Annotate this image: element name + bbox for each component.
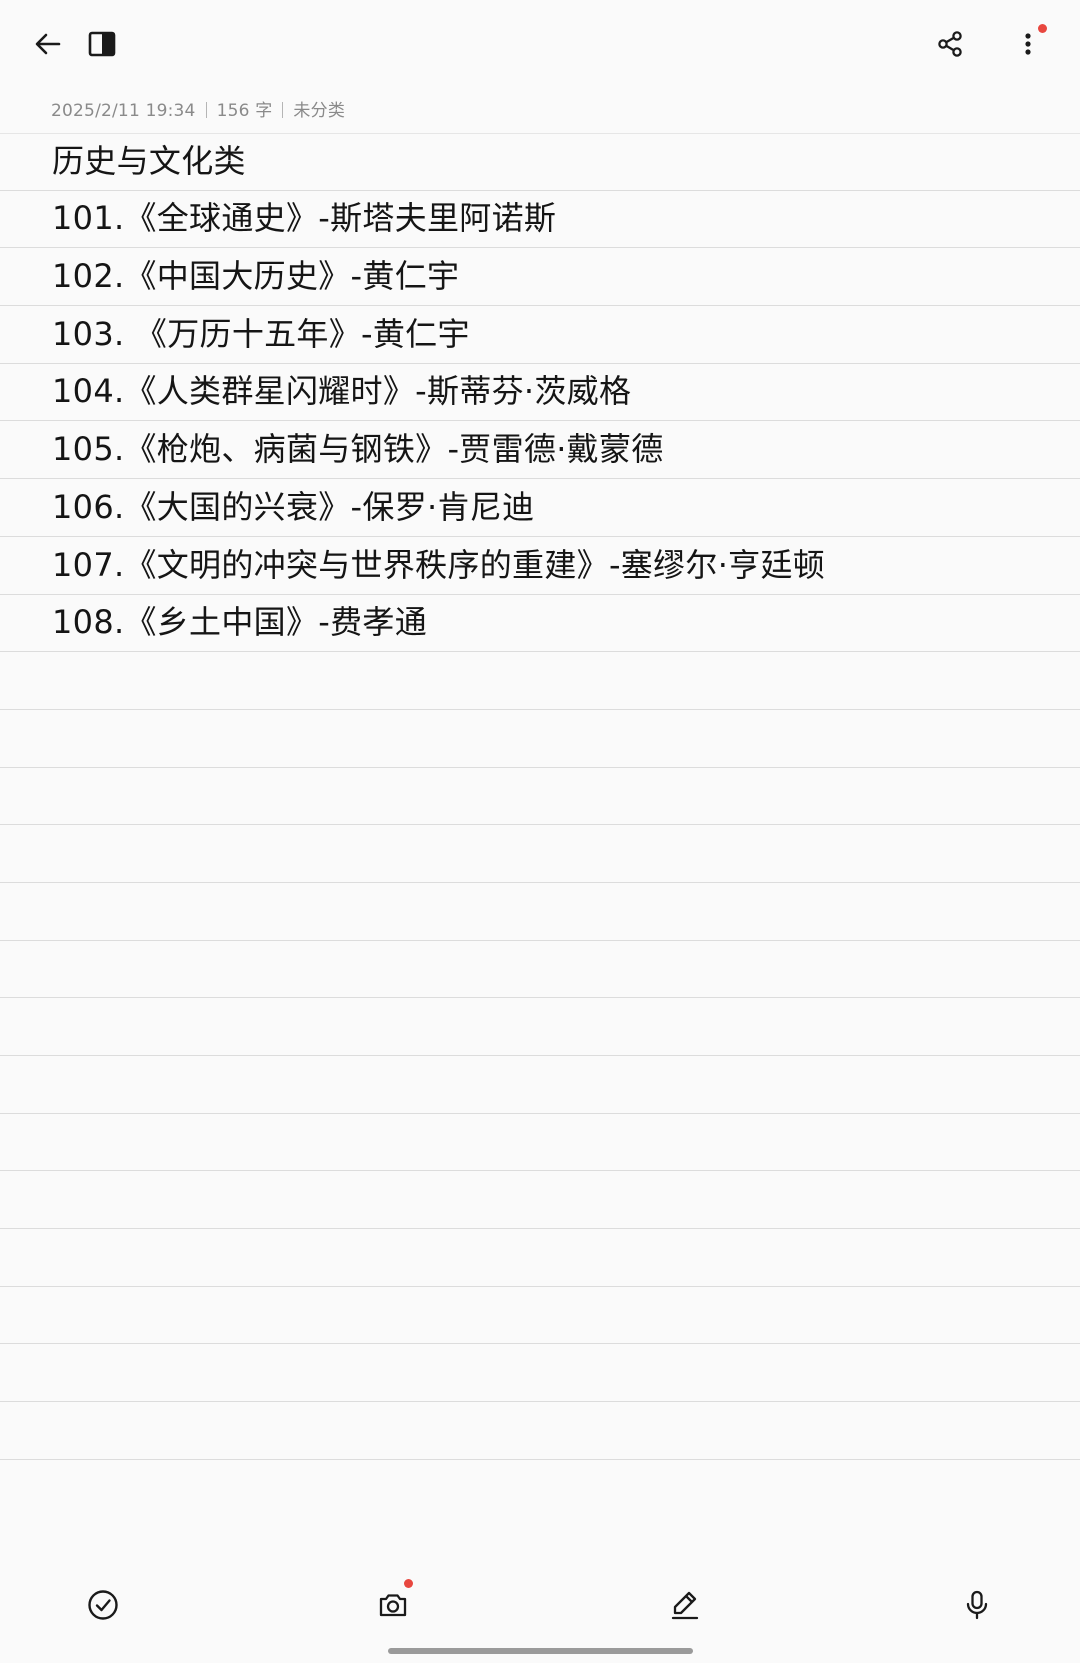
split-view-icon	[88, 31, 116, 57]
handwriting-button[interactable]	[658, 1578, 712, 1632]
note-category[interactable]: 未分类	[293, 101, 345, 121]
notification-dot	[1038, 24, 1047, 33]
empty-line[interactable]	[0, 883, 1080, 941]
list-item: 103. 《万历十五年》-黄仁宇	[52, 314, 470, 353]
note-body[interactable]: 历史与文化类 101.《全球通史》-斯塔夫里阿诺斯 102.《中国大历史》-黄仁…	[0, 133, 1080, 1460]
empty-line[interactable]	[0, 652, 1080, 710]
empty-line[interactable]	[0, 1114, 1080, 1172]
share-icon	[938, 31, 962, 57]
note-line[interactable]: 101.《全球通史》-斯塔夫里阿诺斯	[0, 191, 1080, 249]
list-item: 101.《全球通史》-斯塔夫里阿诺斯	[52, 199, 557, 238]
note-meta: 2025/2/11 19:34 156 字未分类	[51, 96, 345, 121]
bottom-toolbar	[0, 1570, 1080, 1640]
note-line[interactable]: 历史与文化类	[0, 133, 1080, 191]
camera-button[interactable]	[366, 1578, 420, 1632]
microphone-icon	[966, 1590, 988, 1620]
empty-line[interactable]	[0, 1287, 1080, 1345]
empty-line[interactable]	[0, 825, 1080, 883]
empty-line[interactable]	[0, 1171, 1080, 1230]
note-line[interactable]: 108.《乡土中国》-费孝通	[0, 595, 1080, 653]
note-line[interactable]: 102.《中国大历史》-黄仁宇	[0, 248, 1080, 307]
back-button[interactable]	[20, 16, 76, 72]
list-item: 104.《人类群星闪耀时》-斯蒂芬·茨威格	[52, 372, 632, 411]
empty-line[interactable]	[0, 768, 1080, 826]
empty-line[interactable]	[0, 710, 1080, 768]
empty-line[interactable]	[0, 1402, 1080, 1460]
voice-input-button[interactable]	[950, 1578, 1004, 1632]
note-line[interactable]: 103. 《万历十五年》-黄仁宇	[0, 306, 1080, 364]
checklist-icon	[88, 1590, 118, 1620]
camera-icon	[379, 1594, 407, 1617]
empty-line[interactable]	[0, 941, 1080, 999]
note-line[interactable]: 105.《枪炮、病菌与钢铁》-贾雷德·戴蒙德	[0, 421, 1080, 480]
word-count: 156 字	[216, 101, 273, 121]
divider	[282, 102, 284, 118]
more-options-button[interactable]	[1000, 16, 1056, 72]
note-heading: 历史与文化类	[52, 141, 246, 180]
more-vertical-icon	[1025, 33, 1031, 55]
checklist-button[interactable]	[76, 1578, 130, 1632]
note-line[interactable]: 104.《人类群星闪耀时》-斯蒂芬·茨威格	[0, 364, 1080, 422]
empty-line[interactable]	[0, 1229, 1080, 1287]
note-line[interactable]: 106.《大国的兴衰》-保罗·肯尼迪	[0, 479, 1080, 537]
list-item: 102.《中国大历史》-黄仁宇	[52, 257, 460, 296]
list-item: 105.《枪炮、病菌与钢铁》-贾雷德·戴蒙德	[52, 430, 664, 469]
empty-line[interactable]	[0, 998, 1080, 1056]
notes-app: 2025/2/11 19:34 156 字未分类 历史与文化类 101.《全球通史…	[0, 0, 1080, 1663]
home-indicator[interactable]	[388, 1648, 693, 1654]
divider	[205, 102, 207, 118]
split-view-button[interactable]	[74, 16, 130, 72]
notification-dot	[404, 1579, 413, 1588]
empty-line[interactable]	[0, 1056, 1080, 1114]
pen-icon	[671, 1591, 699, 1620]
back-arrow-icon	[35, 33, 61, 55]
note-line[interactable]: 107.《文明的冲突与世界秩序的重建》-塞缪尔·亨廷顿	[0, 537, 1080, 595]
list-item: 108.《乡土中国》-费孝通	[52, 603, 427, 642]
list-item: 106.《大国的兴衰》-保罗·肯尼迪	[52, 487, 535, 526]
top-bar	[0, 0, 1080, 88]
note-date: 2025/2/11 19:34	[51, 101, 196, 121]
empty-line[interactable]	[0, 1344, 1080, 1403]
list-item: 107.《文明的冲突与世界秩序的重建》-塞缪尔·亨廷顿	[52, 545, 826, 584]
share-button[interactable]	[922, 16, 978, 72]
